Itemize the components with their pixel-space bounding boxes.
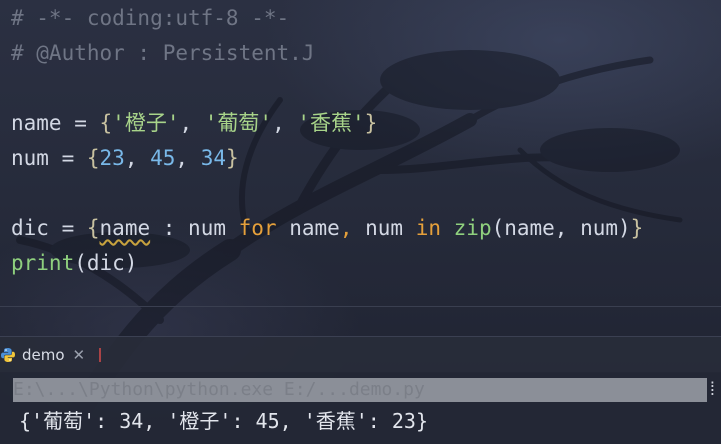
- run-tool-window-header: demo ✕: [0, 336, 721, 373]
- token-print-args: (dic): [74, 251, 138, 275]
- token-number-1: 23: [99, 146, 125, 170]
- token-string-2: '葡萄': [204, 111, 273, 135]
- code-line-comment-author: # @Author : Persistent.J: [11, 41, 315, 65]
- run-tab-demo[interactable]: demo ✕: [0, 337, 109, 373]
- token-string-1: '橙子': [112, 111, 180, 135]
- console-command-line-redacted: E:\...\Python\python.exe E:/...demo.py: [13, 378, 707, 402]
- token-builtin-zip: zip: [453, 216, 492, 240]
- console-command-text: E:\...\Python\python.exe E:/...demo.py: [13, 379, 425, 400]
- token-var-dic: dic: [11, 216, 49, 240]
- code-line-comment-encoding: # -*- coding:utf-8 -*-: [11, 6, 290, 30]
- console-output-line: {'葡萄': 34, '橙子': 45, '香蕉': 23}: [19, 409, 428, 433]
- run-console[interactable]: E:\...\Python\python.exe E:/...demo.py ⁞…: [0, 372, 721, 444]
- token-assign: =: [61, 111, 100, 135]
- token-number-3: 34: [200, 146, 227, 170]
- tab-divider-marker: [99, 348, 102, 362]
- close-icon[interactable]: ✕: [73, 346, 86, 364]
- run-tab-label: demo: [22, 346, 65, 364]
- token-assign: =: [48, 216, 87, 240]
- token-keyword-in: in: [415, 216, 441, 240]
- token-var-num: num: [11, 146, 49, 170]
- code-line-print: print(dic): [11, 248, 137, 278]
- token-brace-open: {: [86, 216, 100, 240]
- token-number-2: 45: [150, 146, 176, 170]
- token-target-num: num: [365, 216, 404, 240]
- token-var-name: name: [11, 111, 62, 135]
- console-line-end-marker: ⁞: [707, 379, 718, 400]
- token-string-3: '香蕉': [297, 111, 365, 135]
- token-colon: :: [150, 216, 189, 240]
- token-brace-close: }: [364, 111, 378, 135]
- code-line-num: num = {23, 45, 34}: [11, 146, 239, 170]
- token-val-num: num: [188, 216, 226, 240]
- token-key-name-warning: name: [99, 216, 151, 240]
- token-brace-close: }: [630, 216, 644, 240]
- code-line-dic: dic = {name : num for name, num in zip(n…: [11, 216, 644, 240]
- token-builtin-print: print: [11, 251, 75, 275]
- token-assign: =: [48, 146, 87, 170]
- token-brace-open: {: [86, 146, 100, 170]
- token-keyword-for: for: [238, 216, 277, 240]
- token-target-name: name: [289, 216, 340, 240]
- code-line-name: name = {'橙子', '葡萄', '香蕉'}: [11, 111, 378, 135]
- token-zip-args: (name, num): [491, 216, 631, 240]
- token-brace-open: {: [99, 111, 113, 135]
- python-icon: [0, 347, 16, 363]
- token-brace-close: }: [226, 146, 239, 170]
- code-editor[interactable]: # -*- coding:utf-8 -*- # @Author : Persi…: [0, 0, 721, 307]
